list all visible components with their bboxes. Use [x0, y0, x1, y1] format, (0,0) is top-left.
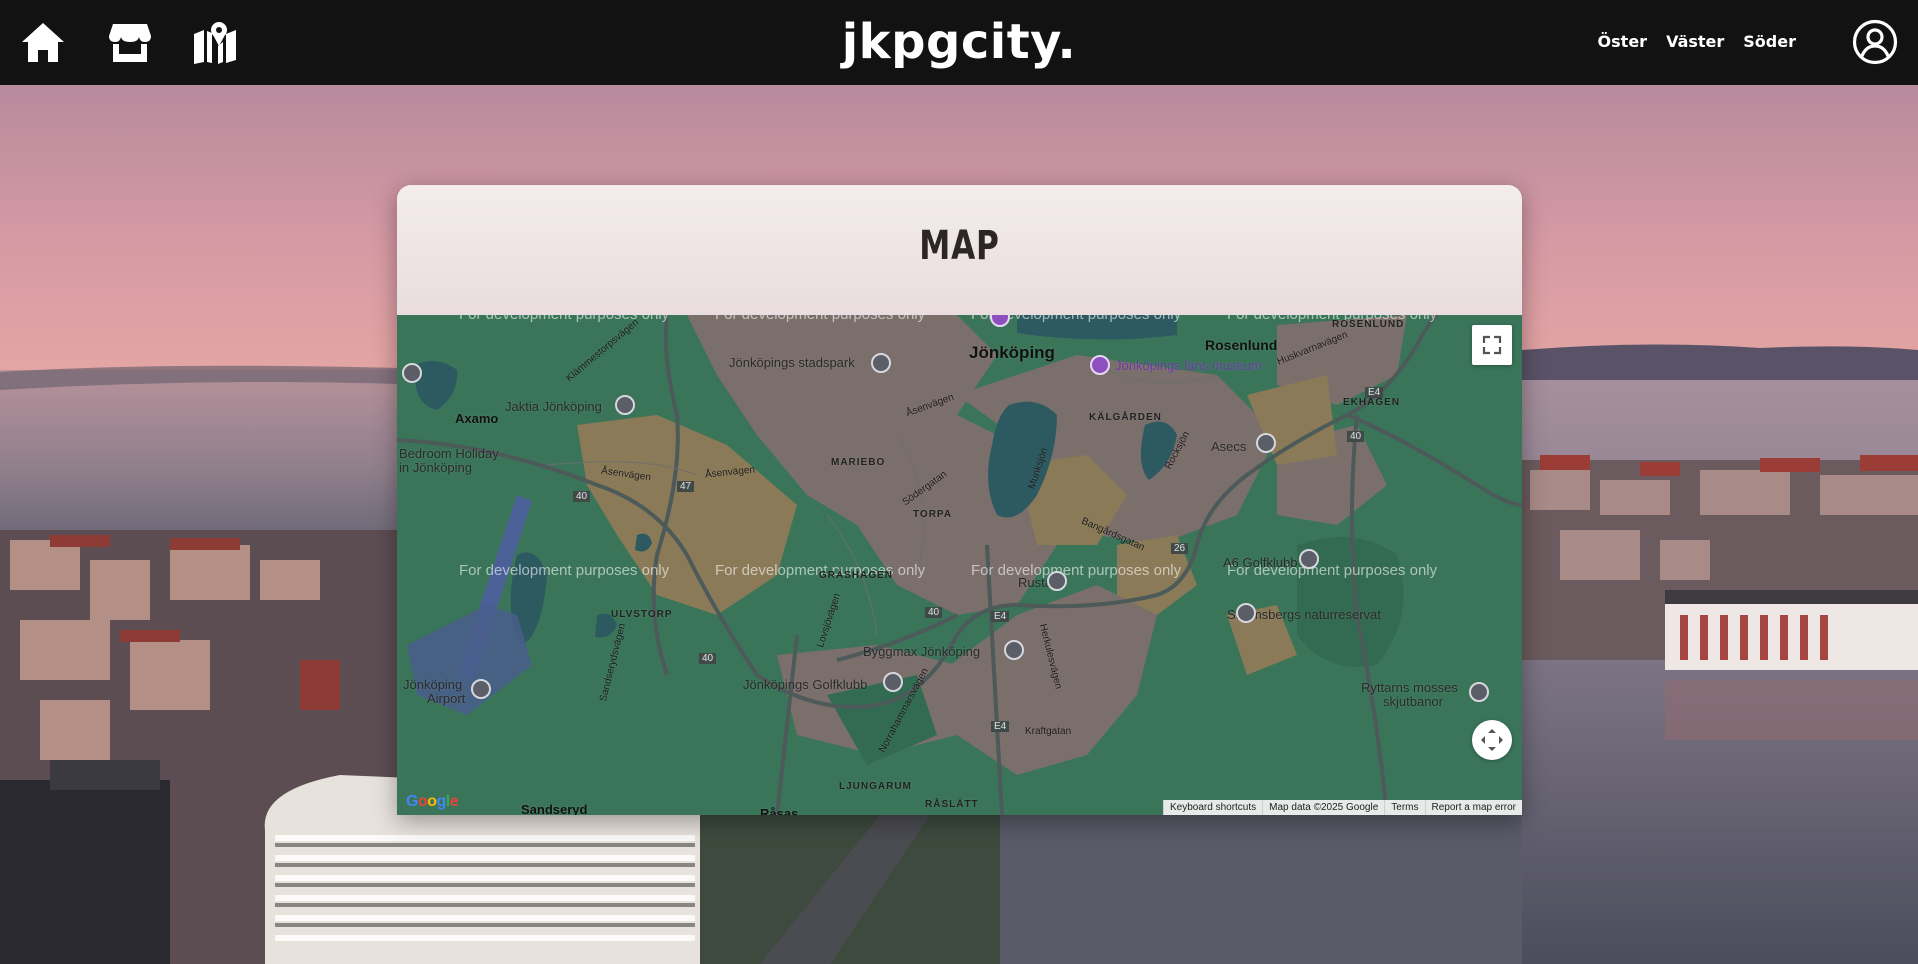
- map-label-ekhagen: EKHAGEN: [1343, 397, 1401, 408]
- map-pin[interactable]: [471, 679, 491, 699]
- report-map-error-link[interactable]: Report a map error: [1424, 800, 1522, 815]
- road-shield: 40: [699, 653, 717, 664]
- map-icon[interactable]: [192, 20, 238, 64]
- map-label-rosenlund-area: ROSENLUND: [1332, 319, 1405, 330]
- keyboard-shortcuts-link[interactable]: Keyboard shortcuts: [1162, 800, 1263, 815]
- road-shield: 47: [677, 481, 695, 492]
- map-pin[interactable]: [1047, 571, 1067, 591]
- map-data-link[interactable]: Map data ©2025 Google: [1262, 800, 1385, 815]
- map-pin[interactable]: [1090, 355, 1110, 375]
- road-shield: E4: [991, 721, 1010, 732]
- map-label-rosenlund: Rosenlund: [1205, 337, 1278, 353]
- store-icon[interactable]: [107, 20, 153, 64]
- brand-text[interactable]: jkpgcity.: [842, 14, 1077, 70]
- map-pin[interactable]: [871, 353, 891, 373]
- map-label-airport-2: Airport: [427, 691, 466, 706]
- road-shield: 26: [1171, 543, 1189, 554]
- map-label-axamo: Axamo: [455, 411, 499, 426]
- map-label-kalgarden: KÄLGÅRDEN: [1089, 412, 1162, 423]
- nav-link-vaster[interactable]: Väster: [1666, 32, 1724, 51]
- map-label-raslatt: RÅSLÄTT: [925, 799, 979, 810]
- fullscreen-icon[interactable]: [1472, 325, 1512, 365]
- terms-link[interactable]: Terms: [1384, 800, 1425, 815]
- map-pin[interactable]: [1236, 603, 1256, 623]
- map-pin[interactable]: [1004, 640, 1024, 660]
- map-label-ljungarum: LJUNGARUM: [839, 781, 912, 792]
- district-nav: Öster Väster Söder: [1598, 32, 1796, 51]
- map-label-golfklubb: Jönköpings Golfklubb: [743, 677, 868, 692]
- nav-link-oster[interactable]: Öster: [1598, 32, 1648, 51]
- map-label-stadspark: Jönköpings stadspark: [729, 355, 855, 370]
- map-pin[interactable]: [1299, 549, 1319, 569]
- map-label-mariebo: MARIEBO: [831, 457, 886, 468]
- map-label-airport: Jönköping: [403, 677, 463, 692]
- camera-control-icon[interactable]: [1472, 720, 1512, 760]
- nav-link-soder[interactable]: Söder: [1743, 32, 1796, 51]
- dev-watermark: For development purposes only: [971, 562, 1182, 579]
- road-shield: 40: [573, 491, 591, 502]
- map-label-ryttarns: Ryttarns mosses: [1361, 680, 1458, 695]
- map-label-bedroom-holiday-2: in Jönköping: [399, 460, 472, 475]
- map-pin[interactable]: [615, 395, 635, 415]
- road-label: Kraftgatan: [1025, 726, 1072, 737]
- map-attribution: Keyboard shortcuts Map data ©2025 Google…: [1162, 800, 1522, 815]
- map-label-ryttarns-2: skjutbanor: [1383, 694, 1443, 709]
- map-label-jaktia: Jaktia Jönköping: [505, 399, 602, 414]
- map-label-asecs: Asecs: [1211, 439, 1247, 454]
- road-shield: 40: [925, 607, 943, 618]
- user-circle-icon[interactable]: [1852, 19, 1898, 65]
- map-label-byggmax: Byggmax Jönköping: [863, 644, 981, 659]
- map-label-rasas: Råsas: [760, 806, 799, 815]
- map-card: MAP For development purposes only For de…: [397, 185, 1522, 815]
- card-header: MAP: [397, 185, 1522, 315]
- road-shield: E4: [991, 611, 1010, 622]
- map-pin[interactable]: [1256, 433, 1276, 453]
- map-label-bedroom-holiday: Bedroom Holiday: [399, 446, 499, 461]
- map-label-ulvstorp: ULVSTORP: [611, 609, 673, 620]
- road-shield: 40: [1347, 431, 1365, 442]
- google-map[interactable]: For development purposes only For develo…: [397, 315, 1522, 815]
- map-label-torpa: TORPA: [913, 509, 953, 520]
- map-label-a6-golfklubb: A6 Golfklubb: [1223, 555, 1298, 570]
- home-icon[interactable]: [20, 20, 66, 64]
- map-pin[interactable]: [1469, 682, 1489, 702]
- google-logo[interactable]: Google: [406, 793, 459, 811]
- map-label-grashagen: GRÄSHAGEN: [819, 570, 894, 581]
- map-pin[interactable]: [402, 363, 422, 383]
- road-shield: E4: [1365, 387, 1384, 398]
- top-navigation-bar: jkpgcity. Öster Väster Söder: [0, 0, 1918, 85]
- map-label-jonkoping: Jönköping: [969, 343, 1055, 362]
- dev-watermark: For development purposes only: [459, 562, 670, 579]
- map-label-sandseryd: Sandseryd: [521, 802, 588, 815]
- map-label-lans-museum: Jönköpings läns museum: [1115, 358, 1262, 373]
- map-pin[interactable]: [883, 672, 903, 692]
- dev-watermark: For development purposes only: [715, 315, 925, 323]
- page-title: MAP: [919, 223, 1000, 269]
